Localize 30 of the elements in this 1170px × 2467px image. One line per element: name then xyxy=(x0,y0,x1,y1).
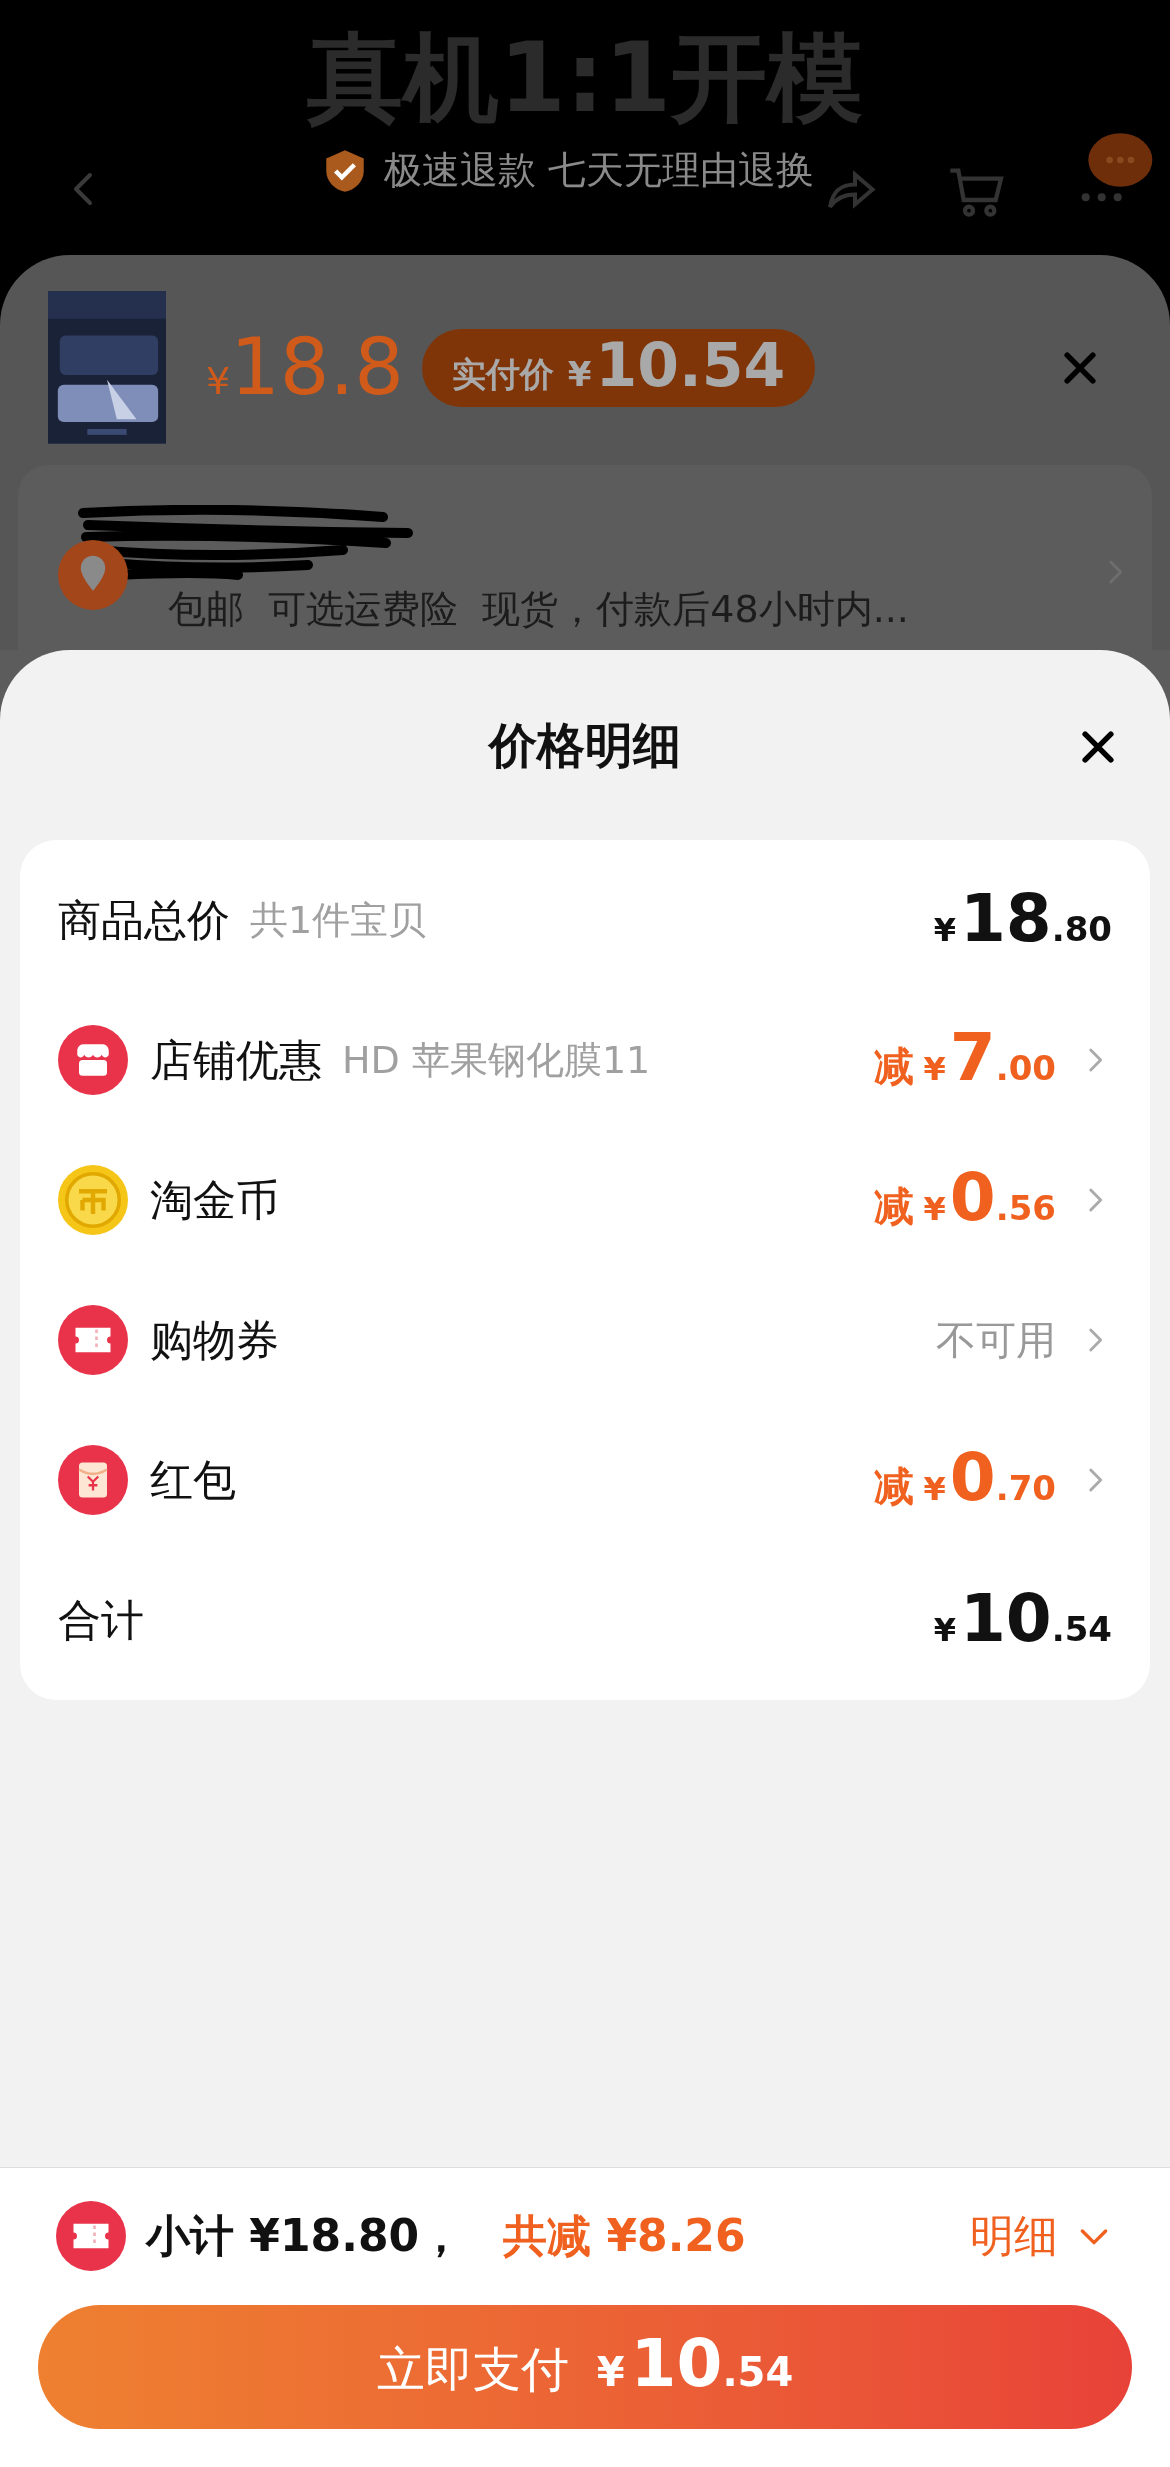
row-label: 合计 xyxy=(58,1593,144,1647)
row-label: 商品总价 xyxy=(58,893,230,947)
refund-badge-text: 极速退款 七天无理由退换 xyxy=(384,147,815,194)
product-price: ¥18.8 xyxy=(206,321,404,414)
row-label: 红包 xyxy=(150,1453,236,1507)
row-label: 购物券 xyxy=(150,1313,279,1367)
sheet-title: 价格明细 xyxy=(489,716,681,775)
price-amount: ¥10.54 xyxy=(933,1585,1112,1655)
row-label: 淘金币 xyxy=(150,1173,279,1227)
shop-icon xyxy=(58,1025,128,1095)
discount-amount: 减 ¥0.70 xyxy=(873,1444,1056,1516)
pay-button[interactable]: 立即支付 ¥10.54 xyxy=(38,2305,1132,2429)
price-amount: ¥18.80 xyxy=(933,885,1112,955)
envelope-icon xyxy=(58,1445,128,1515)
discount-amount: 减 ¥7.00 xyxy=(873,1024,1056,1096)
row-note: HD 苹果钢化膜11 xyxy=(342,1036,651,1084)
discount-amount: 减 ¥0.56 xyxy=(873,1164,1056,1236)
status-text: 不可用 xyxy=(936,1316,1056,1365)
paid-price-badge: 实付价 ¥10.54 xyxy=(421,328,816,407)
row-note: 共1件宝贝 xyxy=(250,896,427,944)
row-label: 店铺优惠 xyxy=(150,1033,322,1087)
detail-toggle[interactable]: 明细 xyxy=(970,2202,1114,2269)
ticket-icon xyxy=(58,1305,128,1375)
location-pin-icon xyxy=(58,540,128,610)
coin-icon xyxy=(58,1165,128,1235)
reduction-text: 共减 ¥8.26 xyxy=(503,2208,746,2263)
shipping-card[interactable]: 包邮 可选运费险 现货，付款后48小时内... xyxy=(18,465,1152,650)
subtotal-text: 小计 ¥18.80， xyxy=(146,2208,464,2263)
shipping-info: 包邮 可选运费险 现货，付款后48小时内... xyxy=(168,586,909,633)
ticket-icon xyxy=(56,2200,126,2271)
